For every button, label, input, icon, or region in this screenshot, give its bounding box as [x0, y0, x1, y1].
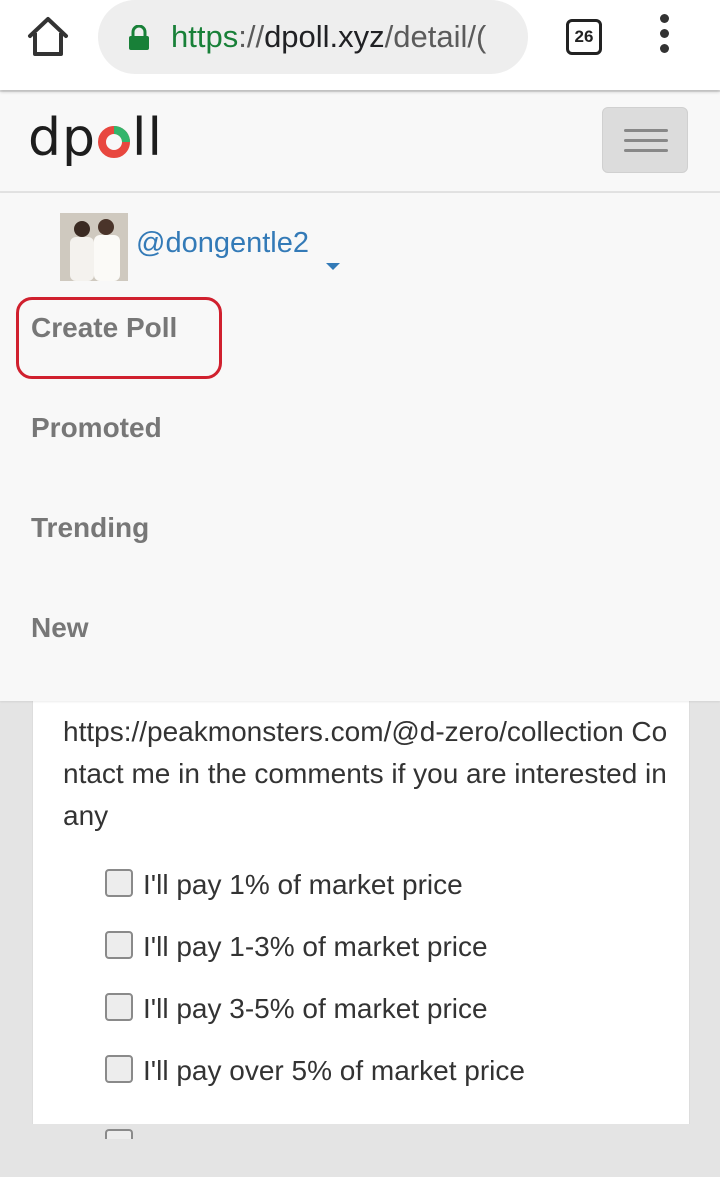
tab-switcher-button[interactable]: 26 [566, 19, 602, 55]
highlight-annotation [16, 297, 222, 379]
lock-icon [129, 25, 149, 50]
address-bar[interactable]: https://dpoll.xyz/detail/( [98, 0, 528, 74]
more-vert-icon[interactable] [652, 14, 676, 56]
browser-toolbar: https://dpoll.xyz/detail/( 26 [0, 0, 720, 90]
url-host: dpoll.xyz [264, 19, 385, 54]
option-checkbox[interactable] [105, 993, 133, 1021]
option-checkbox[interactable] [105, 869, 133, 897]
nav-new[interactable]: New [31, 610, 89, 646]
tab-count: 26 [574, 27, 594, 46]
url-path: /detail/( [384, 19, 487, 54]
poll-card: https://peakmonsters.com/@d-zero/collect… [32, 701, 690, 1139]
option-label: I'll pay over 5% of market price [143, 1055, 525, 1086]
nav-trending[interactable]: Trending [31, 510, 149, 546]
navbar-toggle-button[interactable] [602, 107, 688, 173]
avatar [60, 213, 128, 281]
option-checkbox[interactable] [105, 1055, 133, 1083]
logo-text-end: ll [132, 108, 163, 168]
home-button[interactable] [22, 14, 74, 60]
option-label: I'll pay 1-3% of market price [143, 931, 488, 962]
option-label: I'll pay 3-5% of market price [143, 993, 488, 1024]
url-separator: :// [238, 19, 265, 54]
option-label: I'll pay 1% of market price [143, 869, 463, 900]
poll-description: https://peakmonsters.com/@d-zero/collect… [63, 716, 668, 831]
hamburger-icon [624, 129, 668, 132]
url-text: https://dpoll.xyz/detail/( [171, 16, 521, 58]
logo-text-start: dp [28, 108, 97, 168]
option-checkbox[interactable] [105, 1129, 133, 1139]
caret-down-icon[interactable] [326, 263, 340, 270]
site-navbar: dp ll [0, 92, 720, 193]
nav-promoted[interactable]: Promoted [31, 410, 162, 446]
dpoll-logo[interactable]: dp ll [28, 110, 163, 166]
url-scheme: https [171, 19, 239, 54]
nav-dropdown-menu: @dongentle2 Create Poll Promoted Trendin… [0, 193, 720, 701]
home-icon [28, 17, 68, 56]
logo-ring-icon [98, 126, 131, 158]
option-checkbox[interactable] [105, 931, 133, 959]
username-link[interactable]: @dongentle2 [136, 225, 309, 261]
